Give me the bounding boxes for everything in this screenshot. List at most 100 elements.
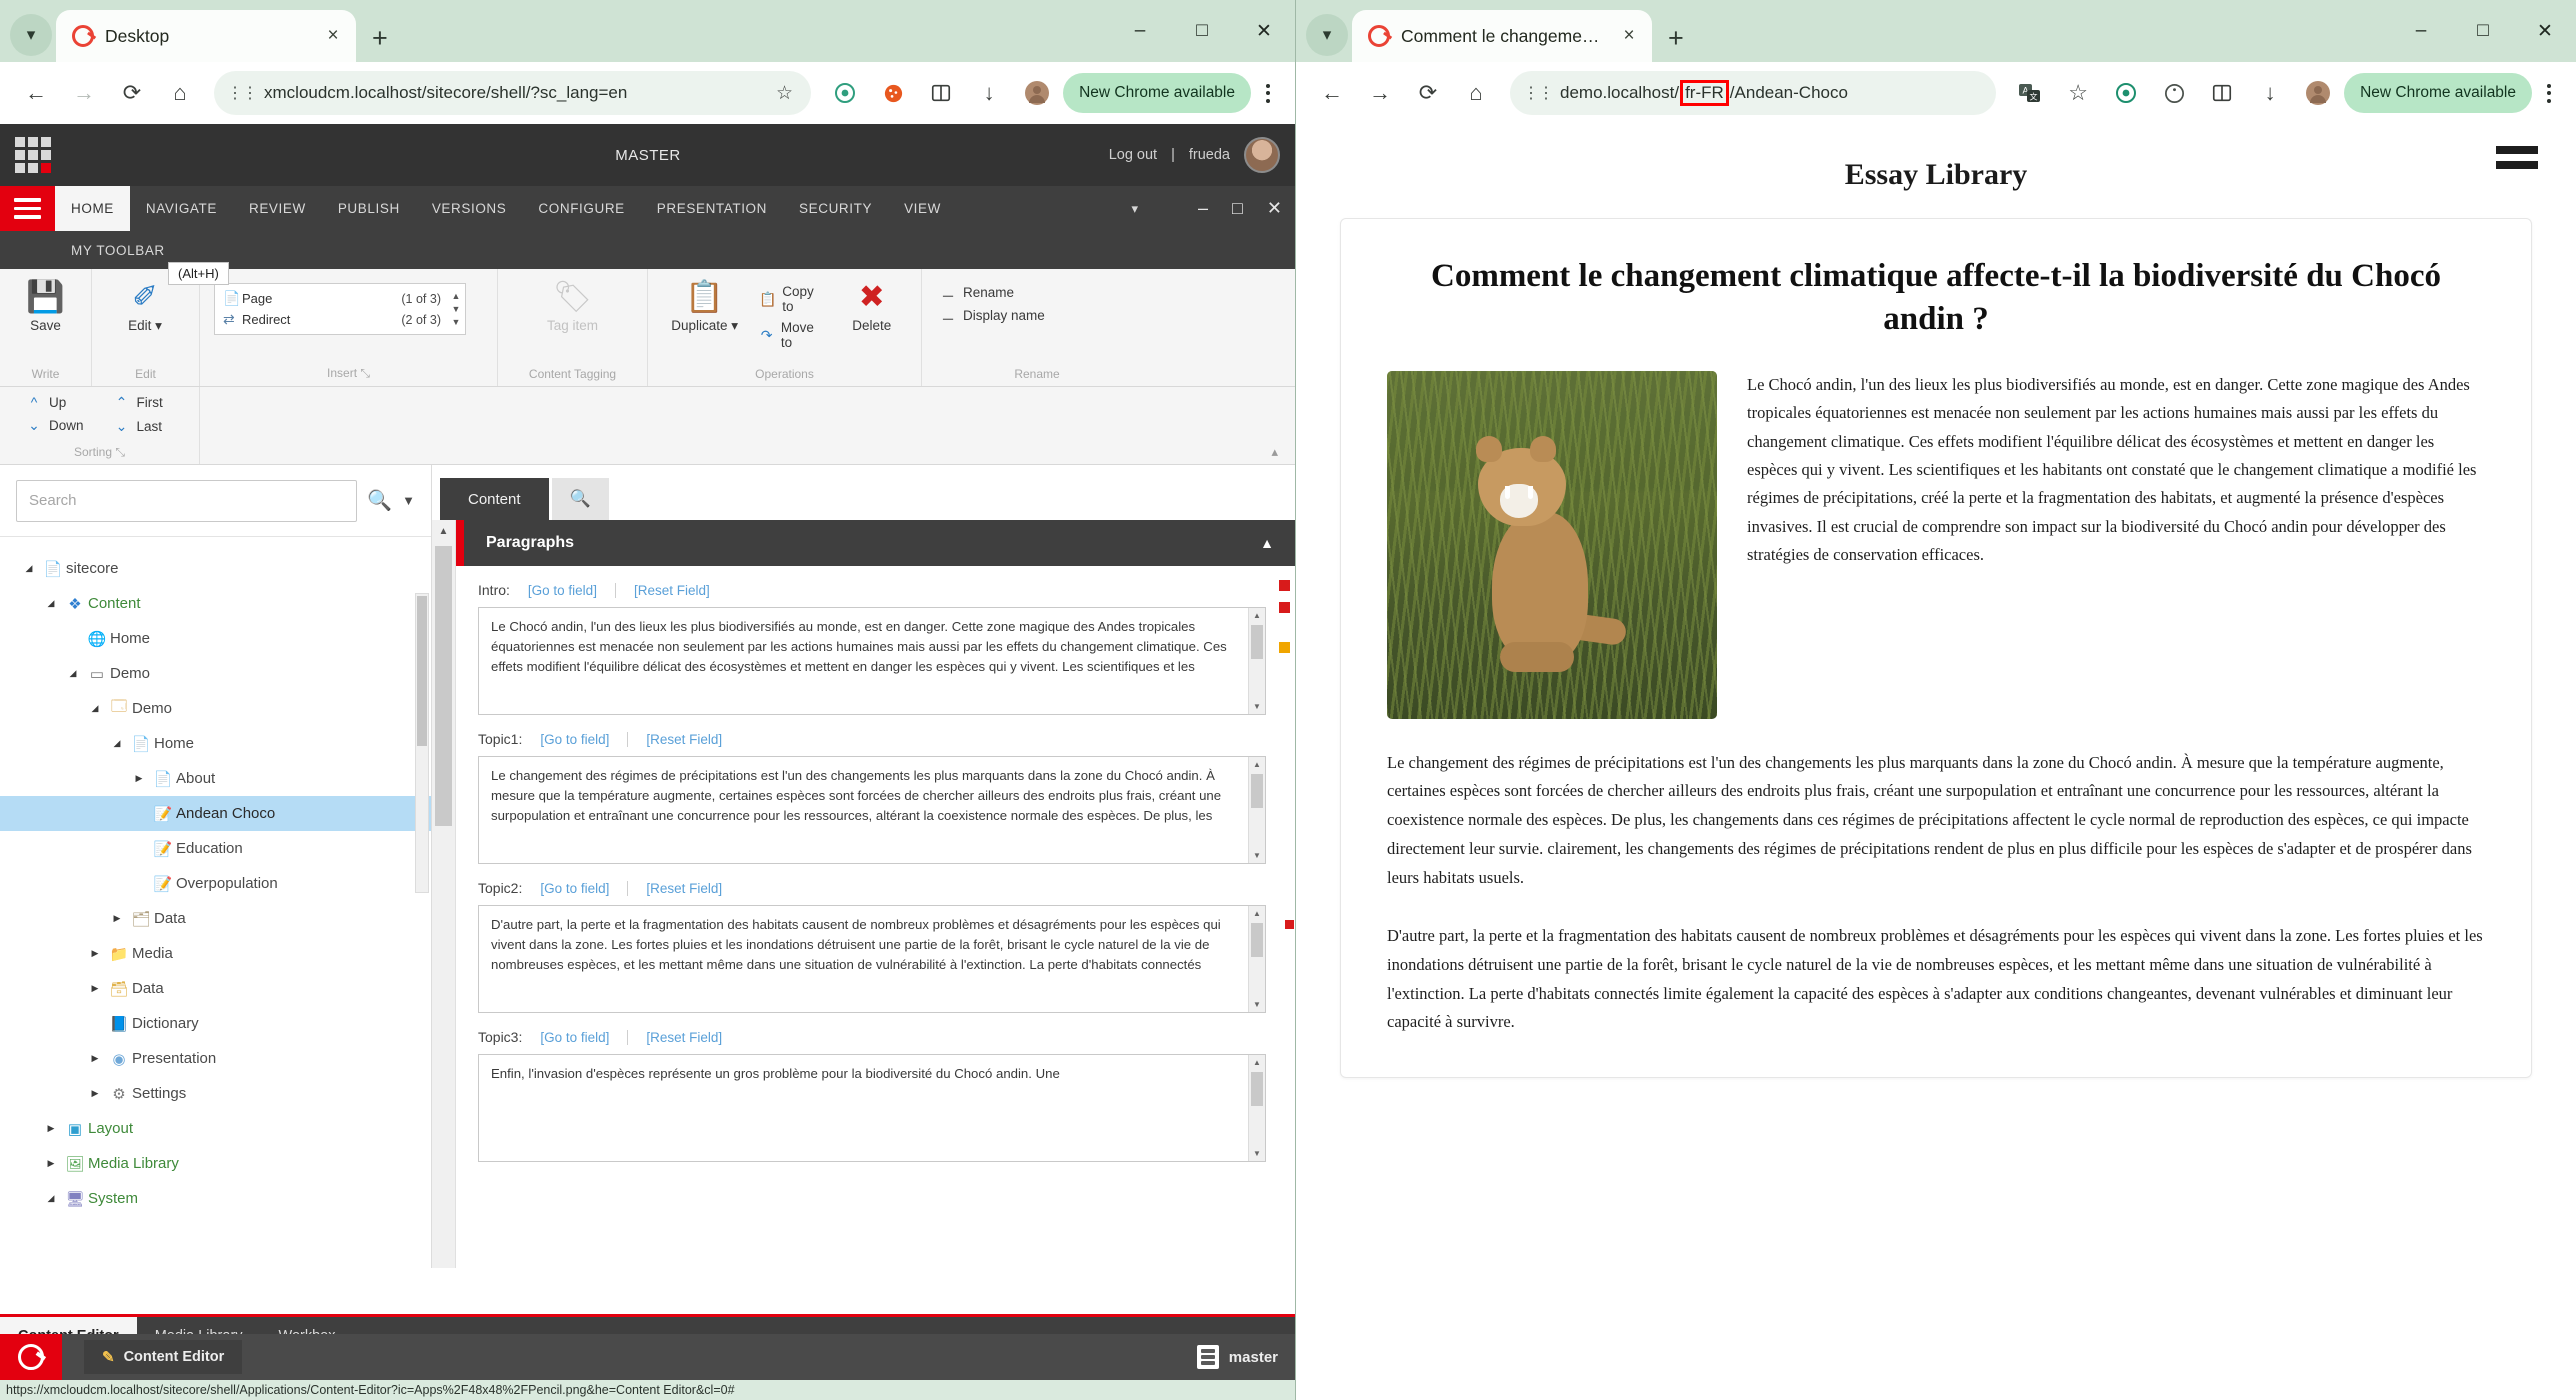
field-scroll-thumb[interactable] [1251, 923, 1263, 957]
section-header-paragraphs[interactable]: Paragraphs ▲ [456, 520, 1295, 566]
field-scroll-down-icon[interactable]: ▼ [1249, 1146, 1265, 1161]
ribbon-expand-chevron-icon[interactable]: ▾ [1131, 186, 1138, 231]
forward-icon[interactable]: → [62, 71, 106, 115]
site-info-icon[interactable]: ⋮⋮ [227, 82, 258, 104]
extension-puzzle-icon[interactable] [823, 71, 867, 115]
field-scroll-up-icon[interactable]: ▲ [1249, 608, 1265, 623]
rename-button[interactable]: ⚊ Rename [936, 283, 1049, 302]
tree-expander-icon[interactable]: ▶ [40, 1158, 62, 1169]
ribbon-tab-versions[interactable]: VERSIONS [416, 186, 523, 231]
username-label[interactable]: frueda [1189, 147, 1230, 163]
tree-item-home[interactable]: 🌐 Home [0, 621, 431, 656]
home-icon[interactable]: ⌂ [158, 71, 202, 115]
tree-expander-icon[interactable]: ▶ [84, 983, 106, 994]
split-screen-icon-right[interactable] [2200, 71, 2244, 115]
tree-expander-icon[interactable]: ◢ [40, 1193, 62, 1204]
tree-item-settings[interactable]: ▶ ⚙ Settings [0, 1076, 431, 1111]
tree-expander-icon[interactable]: ▶ [40, 1123, 62, 1134]
tree-item-sitecore[interactable]: ◢ 📄 sitecore [0, 551, 431, 586]
back-icon-right[interactable]: ← [1310, 71, 1354, 115]
ribbon-tab-security[interactable]: SECURITY [783, 186, 888, 231]
shell-maximize-button[interactable]: □ [1232, 198, 1243, 219]
field-value[interactable]: Le changement des régimes de précipitati… [479, 757, 1248, 863]
close-window-button[interactable]: ✕ [1233, 0, 1295, 62]
close-window-button-right[interactable]: ✕ [2514, 0, 2576, 62]
split-screen-icon[interactable] [919, 71, 963, 115]
ribbon-tab-publish[interactable]: PUBLISH [322, 186, 416, 231]
tree-item-home[interactable]: ◢ 📄 Home [0, 726, 431, 761]
ribbon-menu-icon[interactable] [0, 186, 55, 231]
new-tab-button[interactable]: + [372, 25, 388, 52]
shell-minimize-button[interactable]: – [1198, 198, 1208, 219]
tree-expander-icon[interactable]: ▶ [84, 1088, 106, 1099]
reset-field-link[interactable]: [Reset Field] [646, 881, 722, 896]
insert-dialog-launcher-icon[interactable]: ⤡ [360, 366, 370, 380]
tree-item-about[interactable]: ▶ 📄 About [0, 761, 431, 796]
chrome-menu-icon-right[interactable] [2536, 83, 2562, 103]
ribbon-tab-navigate[interactable]: NAVIGATE [130, 186, 233, 231]
scroll-up-icon[interactable]: ▲ [432, 520, 455, 542]
chrome-menu-icon[interactable] [1255, 83, 1281, 103]
profile-avatar-icon[interactable] [1015, 71, 1059, 115]
sort-first-button[interactable]: ⌃ First [110, 393, 167, 412]
spinner-down-icon[interactable]: ▼ [452, 317, 461, 327]
reset-field-link[interactable]: [Reset Field] [646, 1030, 722, 1045]
tree-expander-icon[interactable]: ▶ [84, 948, 106, 959]
bookmark-star-icon-right[interactable]: ☆ [2056, 71, 2100, 115]
field-value[interactable]: Enfin, l'invasion d'espèces représente u… [479, 1055, 1248, 1161]
tab-content[interactable]: Content [440, 478, 549, 520]
save-button[interactable]: 💾 Save [14, 277, 77, 333]
field-value[interactable]: D'autre part, la perte et la fragmentati… [479, 906, 1248, 1012]
insert-option-redirect[interactable]: ⇄ Redirect (2 of 3) [215, 309, 447, 330]
tree-item-media-library[interactable]: ▶ 🖼 Media Library [0, 1146, 431, 1181]
browser-tab-desktop[interactable]: Desktop × [56, 10, 356, 62]
field-textarea[interactable]: Le Chocó andin, l'un des lieux les plus … [478, 607, 1266, 715]
cookie-icon[interactable] [871, 71, 915, 115]
editor-scrollbar[interactable]: ▲ [432, 520, 456, 1268]
field-scroll-thumb[interactable] [1251, 774, 1263, 808]
field-scrollbar[interactable]: ▲ ▼ [1248, 906, 1265, 1012]
scroll-thumb[interactable] [435, 546, 452, 826]
field-scrollbar[interactable]: ▲ ▼ [1248, 1055, 1265, 1161]
field-scrollbar[interactable]: ▲ ▼ [1248, 608, 1265, 714]
ribbon-tab-home[interactable]: HOME [55, 186, 130, 231]
go-to-field-link[interactable]: [Go to field] [540, 732, 609, 747]
sort-up-button[interactable]: ^ Up [22, 393, 88, 411]
tree-item-andean-choco[interactable]: 📝 Andean Choco [0, 796, 431, 831]
taskbar-database-indicator[interactable]: master [1196, 1345, 1295, 1369]
insert-options-box[interactable]: 📄 Page (1 of 3) ⇄ Redirect (2 of 3) ▲ ▼ … [214, 283, 466, 335]
field-scroll-thumb[interactable] [1251, 1072, 1263, 1106]
browser-tab-article[interactable]: Comment le changement clima × [1352, 10, 1652, 62]
tree-expander-icon[interactable]: ◢ [40, 598, 62, 609]
reset-field-link[interactable]: [Reset Field] [646, 732, 722, 747]
tree-item-education[interactable]: 📝 Education [0, 831, 431, 866]
ribbon-tab-presentation[interactable]: PRESENTATION [641, 186, 783, 231]
tree-item-dictionary[interactable]: 📘 Dictionary [0, 1006, 431, 1041]
address-bar[interactable]: ⋮⋮ xmcloudcm.localhost/sitecore/shell/?s… [214, 71, 812, 115]
chevron-up-icon[interactable]: ▲ [1260, 535, 1274, 551]
ribbon-collapse-icon[interactable]: ▴ [1271, 444, 1278, 460]
copy-to-button[interactable]: 📋 Copy to [755, 283, 828, 315]
tree-item-content[interactable]: ◢ ❖ Content [0, 586, 431, 621]
new-chrome-available-button-right[interactable]: New Chrome available [2344, 73, 2532, 113]
user-avatar[interactable] [1244, 137, 1280, 173]
download-icon[interactable]: ↓ [967, 71, 1011, 115]
logout-link[interactable]: Log out [1109, 147, 1157, 163]
tree-item-layout[interactable]: ▶ ▣ Layout [0, 1111, 431, 1146]
new-tab-button-right[interactable]: + [1668, 25, 1684, 52]
search-dropdown-chevron-icon[interactable]: ▼ [402, 493, 415, 508]
reload-icon-right[interactable]: ⟳ [1406, 71, 1450, 115]
field-scroll-up-icon[interactable]: ▲ [1249, 1055, 1265, 1070]
delete-button[interactable]: ✖ Delete [837, 277, 907, 333]
tab-search-chevron-icon-right[interactable]: ▾ [1306, 14, 1348, 56]
field-scroll-down-icon[interactable]: ▼ [1249, 699, 1265, 714]
tree-expander-icon[interactable]: ▶ [84, 1053, 106, 1064]
tree-item-overpopulation[interactable]: 📝 Overpopulation [0, 866, 431, 901]
minimize-button[interactable]: – [1109, 0, 1171, 62]
maximize-button-right[interactable]: □ [2452, 0, 2514, 62]
tree-item-demo[interactable]: ◢ 🗔 Demo [0, 691, 431, 726]
minimize-button-right[interactable]: – [2390, 0, 2452, 62]
translate-icon[interactable]: A文 [2008, 71, 2052, 115]
content-tree[interactable]: ◢ 📄 sitecore ◢ ❖ Content 🌐 Home ◢ ▭ Demo ◢ 🗔 Demo ◢ 📄 Ho… [0, 537, 431, 1268]
bookmark-star-icon[interactable]: ☆ [776, 82, 793, 105]
